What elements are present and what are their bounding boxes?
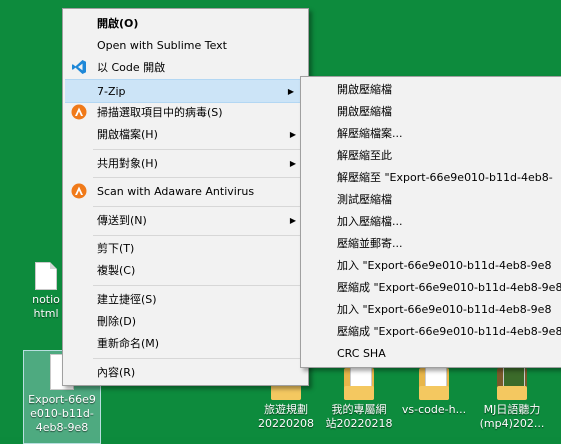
submenu-arrow-icon: ▶ bbox=[289, 129, 296, 139]
submenu-item-label: 開啟壓縮檔 bbox=[337, 105, 392, 118]
desktop-icon-label: vs-code-h... bbox=[401, 403, 467, 416]
submenu-item-label: 解壓縮至此 bbox=[337, 149, 392, 162]
zip-item-add-to-archive[interactable]: 加入壓縮檔... bbox=[301, 210, 561, 232]
submenu-arrow-icon: ▶ bbox=[289, 215, 296, 225]
submenu-item-label: 測試壓縮檔 bbox=[337, 193, 392, 206]
submenu-item-label: 壓縮成 "Export-66e9e010-b11d-4eb8-9e8 bbox=[337, 281, 561, 294]
html-file-icon bbox=[35, 262, 57, 290]
menu-item-label: 傳送到(N) bbox=[97, 214, 147, 227]
submenu-arrow-icon: ▶ bbox=[289, 158, 296, 168]
menu-item-label: 內容(R) bbox=[97, 366, 136, 379]
submenu-item-label: 開啟壓縮檔 bbox=[337, 83, 392, 96]
menu-item-7zip[interactable]: 7-Zip ▶ bbox=[65, 79, 306, 103]
zip-item-crc-sha[interactable]: CRC SHA bbox=[301, 342, 561, 364]
menu-item-open-file[interactable]: 開啟檔案(H) ▶ bbox=[63, 123, 308, 145]
menu-item-send-to[interactable]: 傳送到(N) ▶ bbox=[63, 209, 308, 231]
desktop-icon-label: Export-66e9 e010-b11d- 4eb8-9e8 bbox=[28, 393, 96, 434]
adaware-icon bbox=[71, 183, 87, 199]
context-menu: 開啟(O) Open with Sublime Text 以 Code 開啟 7… bbox=[62, 8, 309, 386]
vscode-icon bbox=[72, 60, 86, 74]
desktop-icon-label: MJ日語聽力 (mp4)202... bbox=[479, 403, 545, 430]
menu-item-copy[interactable]: 複製(C) bbox=[63, 259, 308, 281]
menu-item-label: 7-Zip bbox=[97, 84, 126, 98]
menu-item-label: 以 Code 開啟 bbox=[97, 61, 166, 74]
menu-item-rename[interactable]: 重新命名(M) bbox=[63, 332, 308, 354]
menu-item-open-sublime[interactable]: Open with Sublime Text bbox=[63, 34, 308, 56]
zip-item-extract-here[interactable]: 解壓縮至此 bbox=[301, 144, 561, 166]
menu-item-share[interactable]: 共用對象(H) ▶ bbox=[63, 152, 308, 174]
desktop-icon-label: 旅遊規劃 20220208 bbox=[258, 403, 314, 430]
zip-item-open-archive[interactable]: 開啟壓縮檔 bbox=[301, 78, 561, 100]
menu-item-label: Open with Sublime Text bbox=[97, 38, 227, 52]
menu-item-scan-adaware[interactable]: Scan with Adaware Antivirus bbox=[63, 180, 308, 202]
zip-item-compress-email[interactable]: 壓縮並郵寄... bbox=[301, 232, 561, 254]
zip-item-compress-zip-email[interactable]: 壓縮成 "Export-66e9e010-b11d-4eb8-9e8 bbox=[301, 320, 561, 342]
menu-item-label: 複製(C) bbox=[97, 264, 136, 277]
desktop-icon-html[interactable]: notio html bbox=[26, 262, 66, 321]
desktop-icon-folder-mj[interactable]: MJ日語聽力 (mp4)202... bbox=[472, 362, 552, 431]
zip-item-extract-files[interactable]: 解壓縮檔案... bbox=[301, 122, 561, 144]
submenu-item-label: 壓縮成 "Export-66e9e010-b11d-4eb8-9e8 bbox=[337, 325, 561, 338]
desktop-icon-folder-website[interactable]: 我的專屬網 站20220218 bbox=[324, 362, 394, 431]
menu-item-label: 重新命名(M) bbox=[97, 337, 160, 350]
zip-item-add-to-7z[interactable]: 加入 "Export-66e9e010-b11d-4eb8-9e8 bbox=[301, 254, 561, 276]
zip-item-extract-to[interactable]: 解壓縮至 "Export-66e9e010-b11d-4eb8- bbox=[301, 166, 561, 188]
menu-separator bbox=[93, 285, 306, 286]
menu-separator bbox=[93, 235, 306, 236]
zip-item-test-archive[interactable]: 測試壓縮檔 bbox=[301, 188, 561, 210]
zip-item-open-archive-2[interactable]: 開啟壓縮檔 bbox=[301, 100, 561, 122]
zip-item-add-to-zip[interactable]: 加入 "Export-66e9e010-b11d-4eb8-9e8 bbox=[301, 298, 561, 320]
menu-item-label: 建立捷徑(S) bbox=[97, 293, 157, 306]
submenu-item-label: CRC SHA bbox=[337, 346, 386, 360]
menu-item-label: 刪除(D) bbox=[97, 315, 137, 328]
menu-item-open[interactable]: 開啟(O) bbox=[63, 12, 308, 34]
menu-item-label: 掃描選取項目中的病毒(S) bbox=[97, 106, 223, 119]
submenu-item-label: 解壓縮至 "Export-66e9e010-b11d-4eb8- bbox=[337, 171, 553, 184]
menu-item-delete[interactable]: 刪除(D) bbox=[63, 310, 308, 332]
menu-separator bbox=[93, 149, 306, 150]
desktop-icon-label: notio html bbox=[32, 293, 60, 320]
menu-item-create-shortcut[interactable]: 建立捷徑(S) bbox=[63, 288, 308, 310]
menu-item-label: 開啟檔案(H) bbox=[97, 128, 158, 141]
desktop-icon-label: 我的專屬網 站20220218 bbox=[325, 403, 393, 430]
submenu-item-label: 加入 "Export-66e9e010-b11d-4eb8-9e8 bbox=[337, 259, 552, 272]
menu-separator bbox=[93, 358, 306, 359]
submenu-item-label: 加入 "Export-66e9e010-b11d-4eb8-9e8 bbox=[337, 303, 552, 316]
submenu-arrow-icon: ▶ bbox=[287, 86, 294, 96]
menu-item-cut[interactable]: 剪下(T) bbox=[63, 237, 308, 259]
menu-separator bbox=[93, 177, 306, 178]
menu-item-label: 共用對象(H) bbox=[97, 157, 158, 170]
menu-separator bbox=[93, 206, 306, 207]
7zip-submenu: 開啟壓縮檔 開啟壓縮檔 解壓縮檔案... 解壓縮至此 解壓縮至 "Export-… bbox=[300, 76, 561, 368]
menu-item-label: 剪下(T) bbox=[97, 242, 135, 255]
menu-item-scan-virus[interactable]: 掃描選取項目中的病毒(S) bbox=[63, 101, 308, 123]
submenu-item-label: 加入壓縮檔... bbox=[337, 215, 403, 228]
menu-item-label: 開啟(O) bbox=[97, 17, 139, 30]
menu-item-properties[interactable]: 內容(R) bbox=[63, 361, 308, 383]
menu-item-open-code[interactable]: 以 Code 開啟 bbox=[63, 56, 308, 78]
adaware-icon bbox=[71, 104, 87, 120]
desktop-icon-folder-vscode[interactable]: vs-code-h... bbox=[398, 362, 470, 417]
submenu-item-label: 壓縮並郵寄... bbox=[337, 237, 403, 250]
menu-item-label: Scan with Adaware Antivirus bbox=[97, 184, 255, 198]
submenu-item-label: 解壓縮檔案... bbox=[337, 127, 403, 140]
zip-item-compress-7z-email[interactable]: 壓縮成 "Export-66e9e010-b11d-4eb8-9e8 bbox=[301, 276, 561, 298]
